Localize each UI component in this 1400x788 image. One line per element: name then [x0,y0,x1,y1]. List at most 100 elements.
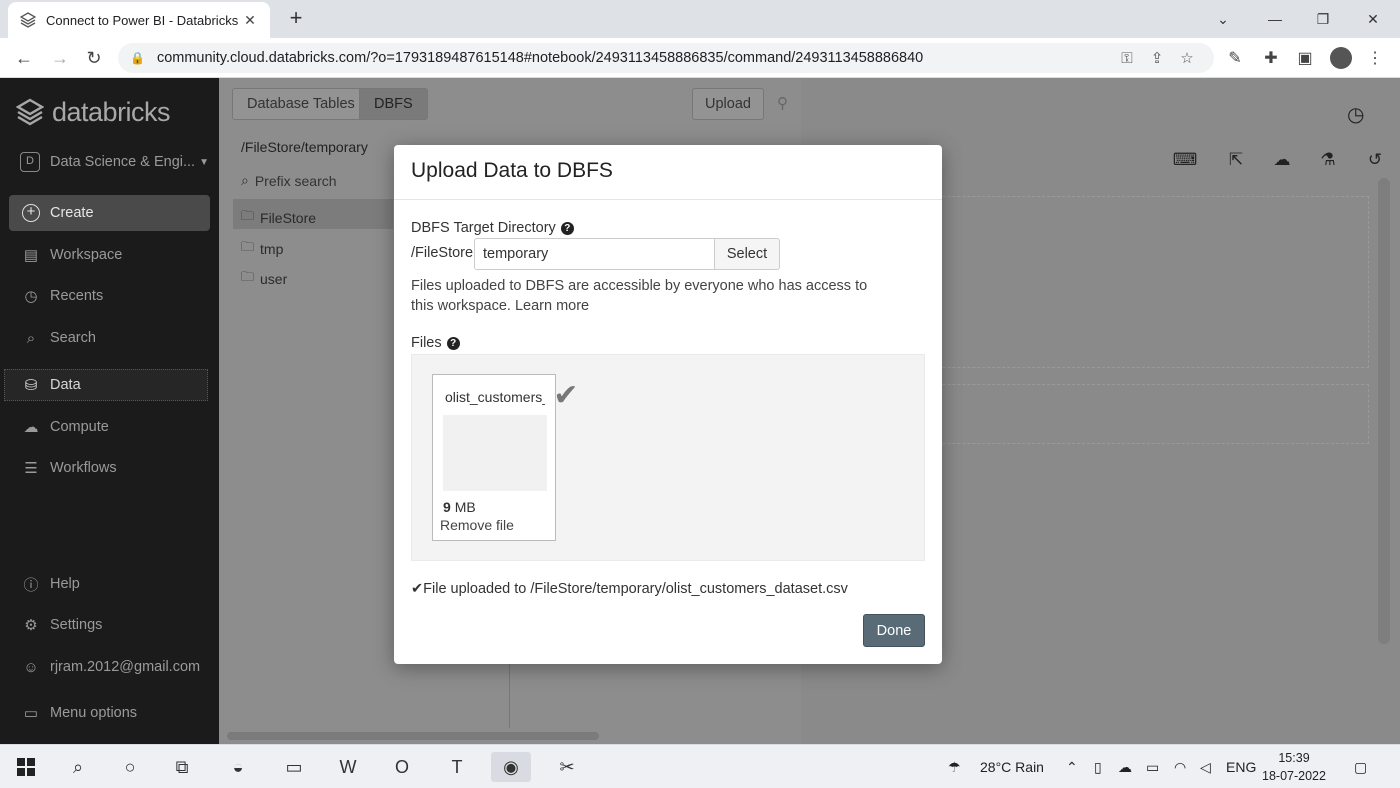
sidebar-item-label: Workspace [50,247,123,263]
minimize-icon[interactable]: — [1252,4,1298,34]
create-button[interactable]: + Create [9,195,210,231]
files-label: Files ? [411,335,460,351]
share-icon[interactable]: ⇪ [1142,49,1172,67]
brand-text: databricks [52,96,171,127]
search-icon[interactable]: ⌕ [58,752,98,782]
sidebar: databricks D Data Science & Engi... ▼ + … [0,78,219,744]
tab-database-tables[interactable]: Database Tables [232,88,370,120]
history-clock-icon[interactable]: ◷ [1347,102,1364,127]
teams-icon[interactable]: T [437,752,477,782]
folder-filestore[interactable]: 🗀 FileStore [241,207,316,229]
persona-letter: D [20,152,40,172]
target-directory-input[interactable] [474,238,715,270]
meet-now-icon[interactable]: ▯ [1094,759,1102,776]
sidebar-item-data[interactable]: ⛁ Data [22,372,212,398]
weather-text[interactable]: 28°C Rain [980,759,1044,775]
windows-start-icon[interactable] [6,752,46,782]
remove-file-link[interactable]: Remove file [440,517,514,533]
key-icon[interactable]: ⚿ [1112,50,1142,67]
file-size-number: 9 [443,499,451,515]
back-icon[interactable]: ← [12,46,36,70]
comments-icon[interactable]: ☁ [1269,150,1295,172]
sidebar-item-help[interactable]: ⓘ Help [22,571,212,597]
window-close-icon[interactable]: ✕ [1350,4,1396,34]
dialog-title: Upload Data to DBFS [394,145,942,200]
uploaded-file-card: olist_customers_dataset.csv 9 MB Remove … [432,374,579,541]
sidebar-item-compute[interactable]: ☁ Compute [22,414,212,440]
clock[interactable]: 15:39 18-07-2022 [1262,749,1326,785]
folder-tmp[interactable]: 🗀 tmp [241,238,283,260]
profile-avatar[interactable] [1330,47,1352,69]
edge-icon[interactable]: ◒ [218,752,258,782]
folder-label: tmp [260,241,284,257]
question-icon[interactable]: ? [446,336,460,350]
question-icon[interactable]: ? [560,221,574,235]
persona-caret-icon: ▼ [199,156,209,168]
outlook-icon[interactable]: O [382,752,422,782]
sidebar-item-recents[interactable]: ◷ Recents [22,283,212,309]
databricks-logo[interactable]: databricks [16,94,171,130]
new-tab-button[interactable]: + [284,6,308,30]
sidebar-item-search[interactable]: ⌕ Search [22,325,212,351]
file-size-unit: MB [454,499,476,515]
tab-search-chevron-icon[interactable]: ⌄ [1200,4,1246,34]
cortana-icon[interactable]: ○ [110,752,150,782]
menu-kebab-icon[interactable]: ⋮ [1364,48,1386,70]
language-indicator[interactable]: ENG [1226,759,1256,775]
prefix-search[interactable]: ⌕ Prefix search [241,172,337,189]
word-icon[interactable]: W [328,752,368,782]
files-label-text: Files [411,335,442,351]
sidebar-item-workflows[interactable]: ☰ Workflows [22,455,212,481]
file-dropzone[interactable]: olist_customers_dataset.csv 9 MB Remove … [411,354,925,561]
search-icon: ⌕ [26,329,36,347]
check-icon: ✔ [411,581,424,597]
sidebar-item-settings[interactable]: ⚙ Settings [22,612,212,638]
extensions-puzzle-icon[interactable]: ✚ [1260,48,1282,70]
bookmark-star-icon[interactable]: ☆ [1172,49,1202,67]
browser-tab[interactable]: Connect to Power BI - Databricks ✕ [8,2,270,38]
done-button[interactable]: Done [863,614,925,647]
reload-icon[interactable]: ↻ [82,46,106,70]
onedrive-icon[interactable]: ☁ [1118,759,1132,776]
select-button[interactable]: Select [714,238,780,270]
side-panel-icon[interactable]: ▣ [1294,48,1316,70]
volume-icon[interactable]: ◁ [1200,759,1211,776]
pen-extension-icon[interactable]: ✎ [1224,48,1246,70]
folder-user[interactable]: 🗀 user [241,268,287,290]
prefix-search-placeholder: Prefix search [254,172,337,189]
sidebar-item-menu-options[interactable]: ▭ Menu options [22,700,212,726]
sidebar-item-account[interactable]: ☺ rjram.2012@gmail.com [22,654,212,680]
experiment-flask-icon[interactable]: ⚗ [1315,150,1341,172]
tray-chevron-icon[interactable]: ⌃ [1066,759,1078,776]
pin-icon[interactable]: ⚲ [777,94,788,112]
address-bar[interactable]: 🔒 community.cloud.databricks.com/?o=1793… [118,43,1214,73]
task-view-icon[interactable]: ⧉ [162,752,202,782]
sidebar-item-workspace[interactable]: ▤ Workspace [22,242,212,268]
scroll-thumb[interactable] [227,732,599,740]
tab-dbfs[interactable]: DBFS [359,88,428,120]
persona-switcher[interactable]: D Data Science & Engi... ▼ [20,152,210,172]
upload-button[interactable]: Upload [692,88,764,120]
explorer-icon[interactable]: ▭ [274,752,314,782]
access-note-text: Files uploaded to DBFS are accessible by… [411,278,868,314]
compute-cloud-icon: ☁ [23,419,39,436]
revision-history-icon[interactable]: ↺ [1362,150,1388,172]
sidebar-item-label: Help [50,576,80,592]
tab-close-icon[interactable]: ✕ [242,12,258,29]
notifications-icon[interactable]: ▢ [1354,759,1367,776]
weather-icon[interactable]: ☂ [948,759,961,776]
vertical-scrollbar[interactable] [1378,178,1390,644]
folder-icon: 🗀 [241,239,255,254]
chrome-icon[interactable]: ◉ [491,752,531,782]
restore-icon[interactable]: ❐ [1300,4,1346,34]
wifi-icon[interactable]: ◠ [1174,759,1186,776]
keyboard-icon[interactable]: ⌨ [1172,150,1198,172]
menu-options-icon: ▭ [23,705,39,722]
forward-icon[interactable]: → [48,46,72,70]
access-note: Files uploaded to DBFS are accessible by… [411,276,891,316]
battery-icon[interactable]: ▭ [1146,759,1159,776]
export-icon[interactable]: ⇱ [1223,150,1249,172]
browser-toolbar: ← → ↻ 🔒 community.cloud.databricks.com/?… [0,38,1400,78]
snipping-tool-icon[interactable]: ✂ [547,752,587,782]
learn-more-link[interactable]: Learn more [515,298,589,314]
